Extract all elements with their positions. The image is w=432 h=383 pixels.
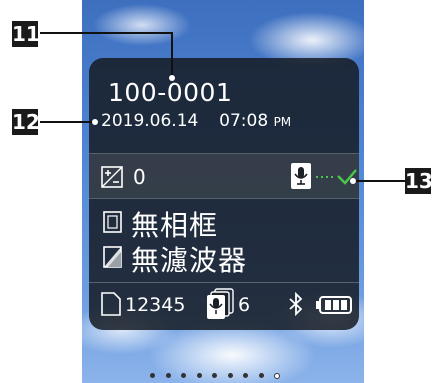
callout-13: 13: [405, 168, 432, 194]
voice-memo-count: 6: [238, 294, 251, 316]
callout-12: 12: [12, 109, 40, 135]
page-dot[interactable]: [243, 373, 248, 378]
divider-mid: [89, 198, 359, 199]
date-time: 2019.06.14 07:08 PM: [101, 111, 291, 131]
filter-icon: [103, 246, 122, 268]
divider-top: [89, 153, 359, 154]
exposure-value: 0: [133, 165, 146, 189]
page-dot[interactable]: [258, 373, 264, 378]
remaining-shots: 12345: [125, 294, 186, 316]
page-dot[interactable]: [150, 373, 155, 378]
voice-memo-icon: [291, 163, 311, 189]
voice-memo-count-icon: [207, 288, 234, 319]
page-dot[interactable]: [274, 373, 280, 379]
callout-11: 11: [12, 21, 40, 47]
page-dot[interactable]: [181, 373, 186, 378]
ampm-text: PM: [273, 115, 292, 129]
frame-setting: 無相框: [131, 209, 219, 242]
remaining-shots-icon: [101, 292, 121, 316]
voice-memo-status-icon: [316, 169, 357, 185]
page-dot[interactable]: [196, 373, 202, 378]
callout-lines: [40, 32, 405, 184]
page-dot[interactable]: [212, 373, 217, 378]
date-text: 2019.06.14: [101, 111, 199, 131]
exposure-compensation-icon: [101, 166, 123, 188]
battery-icon: [316, 296, 352, 314]
page-dot[interactable]: [165, 373, 171, 378]
bluetooth-icon: [289, 292, 303, 316]
callout-12-dot: [92, 119, 98, 125]
divider-bottom: [89, 282, 359, 283]
frame-icon: [103, 211, 122, 233]
file-number: 100-0001: [108, 78, 233, 107]
callout-11-leader: [40, 32, 173, 78]
filter-setting: 無濾波器: [131, 244, 248, 277]
time-text: 07:08: [219, 111, 269, 131]
page-dot[interactable]: [227, 373, 233, 378]
